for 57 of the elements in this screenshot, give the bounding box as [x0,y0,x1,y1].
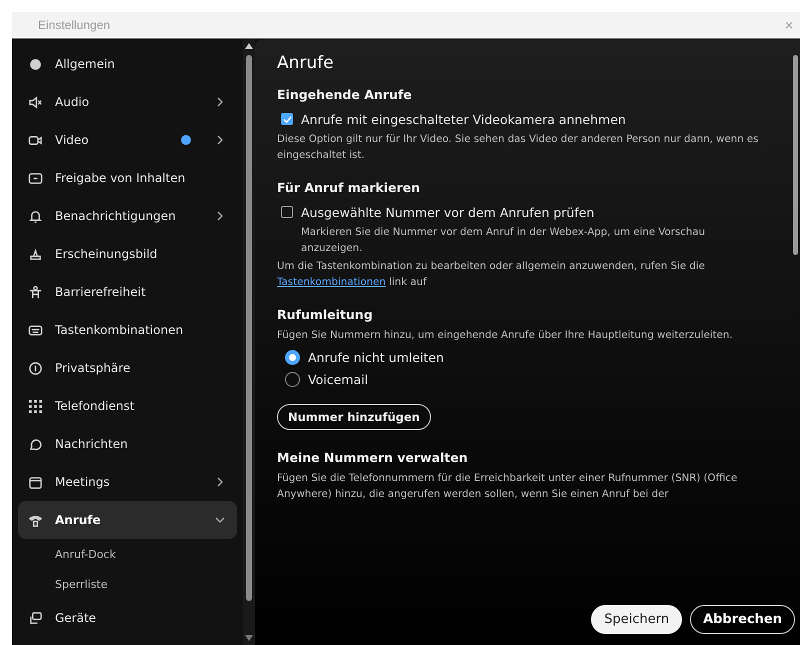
checkbox-label: Anrufe mit eingeschalteter Videokamera annehmen [301,112,626,126]
sidebar-subitem[interactable]: Sperrliste [18,569,237,599]
sidebar-item[interactable]: Telefondienst [18,387,237,425]
sidebar-item[interactable]: Benachrichtigungen [18,197,237,235]
radio-button[interactable] [285,372,300,386]
add-number-button[interactable]: Nummer hinzufügen [277,404,431,430]
scroll-up-icon[interactable] [245,43,253,49]
shortcuts-link[interactable]: Tastenkombinationen [277,277,386,288]
chevron-icon [215,211,225,221]
sidebar-subitem[interactable]: Anruf-Dock [18,539,237,569]
speaker-icon [28,94,43,110]
keyboard-icon [28,322,43,338]
checkbox[interactable] [281,113,293,125]
sidebar-item[interactable]: Privatsphäre [18,349,237,387]
chat-icon [28,436,43,452]
sidebar-item[interactable]: Allgemein [18,45,237,83]
checkbox[interactable] [281,206,293,218]
radio-label: Voicemail [308,372,368,386]
section-heading: Für Anruf markieren [277,180,421,195]
chevron-icon [215,477,225,487]
sidebar-item[interactable]: Audio [18,83,237,121]
sidebar-item[interactable]: Erscheinungsbild [18,235,237,273]
sidebar-item[interactable]: Video [18,121,237,159]
sidebar-item[interactable]: Barrierefreiheit [18,273,237,311]
scrollbar-thumb[interactable] [792,55,798,255]
sidebar-item[interactable]: Freigabe von Inhalten [18,159,237,197]
scrollbar-thumb[interactable] [246,55,252,601]
devices-icon [28,610,43,626]
calendar-icon [28,474,43,490]
sidebar-item[interactable]: Nachrichten [18,425,237,463]
radio-button[interactable] [285,350,300,364]
sidebar-item[interactable]: Tastenkombinationen [18,311,237,349]
chevron-icon [215,515,225,525]
sidebar-item[interactable]: Meetings [18,463,237,501]
description-text: Fügen Sie die Telefonnummern für die Erreichbarkeit unter einer Rufnummer (SNR) (Office Anywhere) hinzu, die angerufen werden sollen, wenn Sie einen Anruf bei der [277,472,738,502]
chevron-icon [215,97,225,107]
section-heading: Eingehende Anrufe [277,87,413,102]
description-text: Markieren Sie die Nummer vor dem Anruf in der Webex-App, um eine Vorschau anzuzeigen. [300,226,706,256]
person-icon [28,284,43,300]
sidebar-item[interactable]: Geräte [18,599,237,637]
window-title: Einstellungen [38,18,110,32]
radio-label: Anrufe nicht umleiten [308,350,444,364]
bell-icon [28,208,43,224]
page-title: Anrufe [277,53,335,73]
description-text: Fügen Sie Nummern hinzu, um eingehende Anrufe über Ihre Hauptleitung weiterzuleiten. [277,329,734,343]
checkbox-label: Ausgewählte Nummer vor dem Anrufen prüfen [301,204,594,220]
description-text: Um die Tastenkombination zu bearbeiten oder allgemein anzuwenden, rufen Sie die Tastenkombinationen link auf [277,260,706,290]
dialpad-icon [28,398,43,414]
cancel-button[interactable]: Abbrechen [690,604,795,634]
save-button[interactable]: Speichern [591,604,682,634]
section-heading: Rufumleitung [277,307,374,322]
description-text: Diese Option gilt nur für Ihr Video. Sie sehen das Video der anderen Person nur dann, wenn es eingeschaltet ist. [277,133,760,163]
scroll-down-icon[interactable] [245,635,253,641]
screen-icon [28,170,43,186]
chevron-icon [215,135,225,145]
section-heading: Meine Nummern verwalten [277,450,469,465]
sidebar-item[interactable]: Anrufe [18,501,237,539]
